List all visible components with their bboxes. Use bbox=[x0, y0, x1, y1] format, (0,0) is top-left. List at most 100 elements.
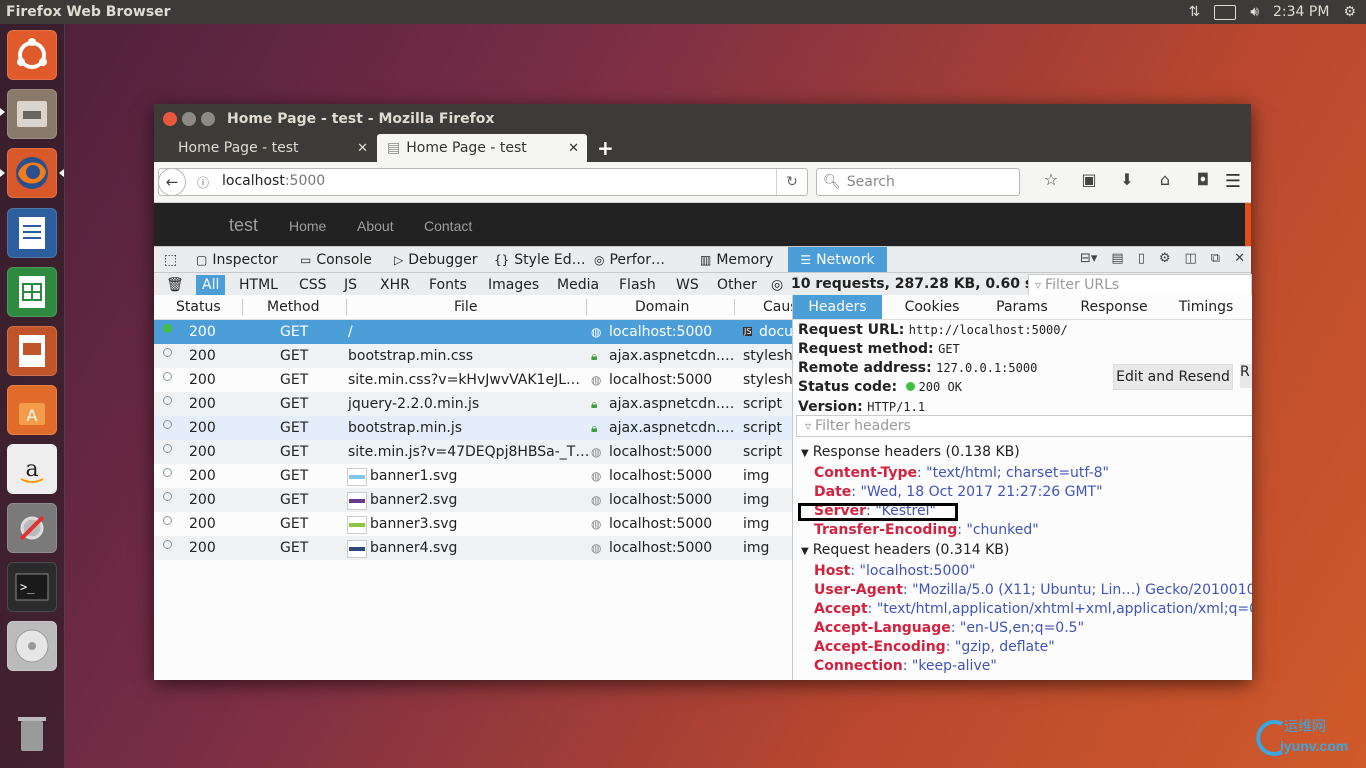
site-link-home[interactable]: Home bbox=[289, 218, 326, 234]
col-status[interactable]: Status bbox=[176, 299, 221, 315]
window-minimize-button[interactable] bbox=[182, 112, 196, 126]
table-row[interactable]: 200 GET bootstrap.min.css 🔒︎ ajax.aspnetcdn.… bbox=[154, 344, 793, 368]
tab-headers[interactable]: Headers bbox=[793, 295, 882, 319]
tab-cookies[interactable]: Cookies bbox=[890, 295, 974, 319]
filter-xhr[interactable]: XHR bbox=[374, 275, 416, 295]
url-bar[interactable]: ← ⓘ localhost:5000 ↻ bbox=[158, 168, 808, 196]
info-icon[interactable]: ⓘ bbox=[197, 174, 209, 191]
table-row[interactable]: 200 GET banner4.svg ◍ localhost:5000 img bbox=[154, 536, 792, 560]
table-row[interactable]: 200 GET banner3.svg ◍ localhost:5000 img bbox=[154, 512, 792, 536]
pick-element-icon[interactable]: ⬚ bbox=[164, 247, 177, 272]
table-row[interactable]: 200 GET / ◍ localhost:5000 JS docu bbox=[154, 320, 793, 344]
impress-icon[interactable] bbox=[7, 326, 57, 376]
ubuntu-dash-icon[interactable] bbox=[7, 30, 57, 80]
header-line[interactable]: Host: "localhost:5000" bbox=[814, 563, 976, 579]
table-row[interactable]: 200 GET banner1.svg ◍ localhost:5000 img bbox=[154, 464, 792, 488]
filter-headers-input[interactable]: ▿ Filter headers bbox=[796, 415, 1252, 437]
perf-analysis-icon[interactable]: ◎ bbox=[765, 275, 789, 295]
table-row[interactable]: 200 GET jquery-2.2.0.min.js 🔒︎ ajax.aspnetcd… bbox=[154, 392, 792, 416]
bookmark-star-icon[interactable]: ☆ bbox=[1032, 170, 1070, 189]
clock[interactable]: 2:34 PM bbox=[1273, 4, 1329, 20]
reload-icon[interactable]: ↻ bbox=[776, 169, 807, 195]
header-line[interactable]: User-Agent: "Mozilla/5.0 (X11; Ubuntu; L… bbox=[814, 582, 1252, 598]
amazon-icon[interactable]: a bbox=[7, 444, 57, 494]
tab-close-icon[interactable]: ✕ bbox=[357, 141, 368, 156]
header-line[interactable]: Accept-Language: "en-US,en;q=0.5" bbox=[814, 620, 1084, 636]
request-headers-section[interactable]: ▼ Request headers (0.314 KB) bbox=[801, 542, 1009, 558]
filter-html[interactable]: HTML bbox=[233, 275, 284, 295]
network-icon[interactable]: ⇅ bbox=[1188, 4, 1200, 20]
filter-fonts[interactable]: Fonts bbox=[423, 275, 473, 295]
split-console-icon[interactable]: ⊟▾ bbox=[1080, 251, 1097, 266]
tab-close-icon[interactable]: ✕ bbox=[568, 141, 579, 156]
tab-params[interactable]: Params bbox=[982, 295, 1062, 319]
raw-headers-button[interactable]: R bbox=[1240, 364, 1252, 388]
filter-ws[interactable]: WS bbox=[670, 275, 705, 295]
firefox-icon[interactable] bbox=[7, 148, 57, 198]
tab-console[interactable]: ▭ Console bbox=[300, 247, 372, 272]
settings-icon[interactable]: ⚙ bbox=[1159, 251, 1171, 266]
filter-js[interactable]: JS bbox=[338, 275, 363, 295]
volume-icon[interactable]: 🔊︎ bbox=[1250, 4, 1259, 20]
writer-icon[interactable] bbox=[7, 208, 57, 258]
dvd-icon[interactable] bbox=[7, 621, 57, 671]
site-link-contact[interactable]: Contact bbox=[424, 218, 472, 234]
pocket-icon[interactable]: ◘ bbox=[1184, 170, 1222, 189]
tab-response[interactable]: Response bbox=[1070, 295, 1158, 319]
filter-media[interactable]: Media bbox=[551, 275, 605, 295]
table-row[interactable]: 200 GET site.min.css?v=kHvJwvVAK1eJL… ◍ loca… bbox=[154, 368, 793, 392]
col-domain[interactable]: Domain bbox=[635, 299, 689, 315]
col-method[interactable]: Method bbox=[267, 299, 320, 315]
close-devtools-icon[interactable]: ✕ bbox=[1234, 251, 1245, 266]
tab-memory[interactable]: ▥ Memory bbox=[700, 247, 773, 272]
header-line[interactable]: Transfer-Encoding: "chunked" bbox=[814, 522, 1039, 538]
response-headers-section[interactable]: ▼ Response headers (0.138 KB) bbox=[801, 444, 1020, 460]
search-input[interactable]: 🔍︎ Search bbox=[816, 168, 1020, 196]
keyboard-icon[interactable] bbox=[1214, 4, 1237, 20]
calc-icon[interactable] bbox=[7, 267, 57, 317]
site-brand[interactable]: test bbox=[229, 215, 258, 236]
scratchpad-icon[interactable]: ▤ bbox=[1111, 251, 1123, 266]
software-center-icon[interactable]: A bbox=[7, 385, 57, 435]
site-link-about[interactable]: About bbox=[357, 218, 394, 234]
table-row[interactable]: 200 GET bootstrap.min.js 🔒︎ ajax.aspnetcdn.…… bbox=[154, 416, 792, 440]
browser-tab[interactable]: Home Page - test ✕ bbox=[154, 134, 376, 162]
clear-trash-icon[interactable]: 🗑︎ bbox=[160, 275, 190, 295]
terminal-icon[interactable]: >_ bbox=[7, 562, 57, 612]
browser-tab-active[interactable]: ▤ Home Page - test ✕ bbox=[377, 134, 587, 162]
tab-debugger[interactable]: ▷ Debugger bbox=[394, 247, 478, 272]
header-line[interactable]: Connection: "keep-alive" bbox=[814, 658, 997, 674]
col-file[interactable]: File bbox=[454, 299, 477, 315]
new-tab-button[interactable]: + bbox=[597, 136, 614, 160]
settings-gear-icon[interactable]: ⚙ bbox=[1343, 4, 1356, 20]
filter-css[interactable]: CSS bbox=[293, 275, 333, 295]
header-line[interactable]: Accept-Encoding: "gzip, deflate" bbox=[814, 639, 1055, 655]
window-maximize-button[interactable] bbox=[201, 112, 215, 126]
back-arrow-icon[interactable]: ← bbox=[158, 168, 186, 196]
hamburger-menu-icon[interactable]: ☰ bbox=[1225, 171, 1241, 192]
page-scrollbar[interactable] bbox=[1245, 203, 1251, 246]
header-line[interactable]: Content-Type: "text/html; charset=utf-8" bbox=[814, 465, 1109, 481]
trash-icon[interactable] bbox=[7, 708, 57, 758]
url-text[interactable]: localhost:5000 bbox=[222, 173, 325, 189]
header-line[interactable]: Accept: "text/html,application/xhtml+xml… bbox=[814, 601, 1252, 617]
filter-all[interactable]: All bbox=[196, 275, 226, 295]
filter-other[interactable]: Other bbox=[711, 275, 763, 295]
undock-icon[interactable]: ⧉ bbox=[1211, 251, 1220, 266]
filter-images[interactable]: Images bbox=[482, 275, 545, 295]
table-row[interactable]: 200 GET site.min.js?v=47DEQpj8HBSa-_T… ◍ loc… bbox=[154, 440, 792, 464]
edit-and-resend-button[interactable]: Edit and Resend bbox=[1113, 364, 1233, 390]
filter-flash[interactable]: Flash bbox=[613, 275, 662, 295]
dock-side-icon[interactable]: ◫ bbox=[1185, 251, 1197, 266]
downloads-icon[interactable]: ⬇ bbox=[1108, 170, 1146, 189]
header-line[interactable]: Date: "Wed, 18 Oct 2017 21:27:26 GMT" bbox=[814, 484, 1103, 500]
window-close-button[interactable] bbox=[163, 112, 177, 126]
tab-inspector[interactable]: ▢ Inspector bbox=[196, 247, 278, 272]
bookmarks-list-icon[interactable]: ▣ bbox=[1070, 170, 1108, 189]
tab-network[interactable]: ☰ Network bbox=[788, 247, 887, 272]
tab-timings[interactable]: Timings bbox=[1166, 295, 1246, 319]
system-settings-icon[interactable] bbox=[7, 503, 57, 553]
table-row[interactable]: 200 GET banner2.svg ◍ localhost:5000 img bbox=[154, 488, 792, 512]
files-icon[interactable] bbox=[7, 89, 57, 139]
filter-urls-input[interactable]: ▿ Filter URLs bbox=[1028, 274, 1252, 296]
